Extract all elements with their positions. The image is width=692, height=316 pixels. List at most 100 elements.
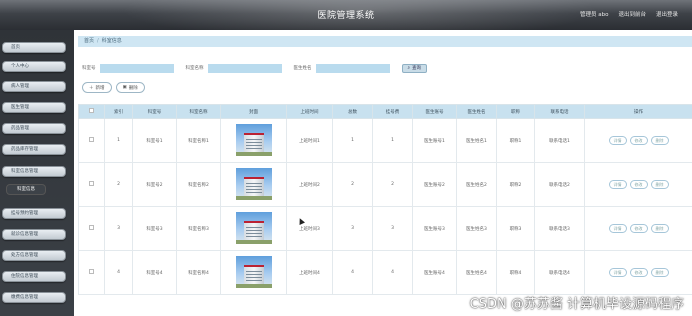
cell-dept-name: 科室名称4 xyxy=(176,250,221,295)
sidebar-item-dept-mgmt[interactable]: 科室信息管理 xyxy=(2,166,66,177)
add-button-label: 新增 xyxy=(95,85,105,91)
search-button-label: 查询 xyxy=(412,66,422,71)
delete-button[interactable]: 删除 xyxy=(650,136,669,145)
edit-button[interactable]: 修改 xyxy=(629,136,648,145)
sidebar-item-inpatient[interactable]: 住院信息管理 xyxy=(2,271,66,282)
edit-button[interactable]: 修改 xyxy=(629,224,648,233)
sidebar-item-drugs[interactable]: 药品管理 xyxy=(2,123,66,134)
search-label-dept-name: 科室名称 xyxy=(185,66,204,71)
view-button[interactable]: 详情 xyxy=(608,180,627,189)
cell-doctor-name: 医生姓名1 xyxy=(456,118,497,163)
delete-button[interactable]: 删除 xyxy=(650,224,669,233)
cell-dept-name: 科室名称3 xyxy=(176,206,221,251)
cell-work-time: 上班时间3 xyxy=(286,206,333,251)
header-dept-no: 科室号 xyxy=(132,104,177,119)
cell-total: 3 xyxy=(332,206,373,251)
cover-image[interactable] xyxy=(235,211,272,244)
cell-dept-no: 科室号1 xyxy=(132,118,177,163)
sidebar-item-billing[interactable]: 缴费信息管理 xyxy=(2,292,66,303)
logout-link[interactable]: 退出登录 xyxy=(656,10,678,18)
edit-button[interactable]: 修改 xyxy=(629,180,648,189)
cell-total: 4 xyxy=(332,250,373,295)
back-home-link[interactable]: 退出到前台 xyxy=(618,10,646,18)
cell-title: 职称3 xyxy=(496,206,535,251)
cell-doctor-account: 医生账号4 xyxy=(412,250,457,295)
view-button[interactable]: 详情 xyxy=(608,136,627,145)
sidebar-item-patients[interactable]: 病人管理 xyxy=(2,81,66,92)
sidebar-item-doctors[interactable]: 医生管理 xyxy=(2,102,66,113)
row-checkbox[interactable] xyxy=(89,181,94,186)
search-label-dept-no: 科室号 xyxy=(82,66,96,71)
edit-button[interactable]: 修改 xyxy=(629,268,648,277)
cell-work-time: 上班时间2 xyxy=(286,162,333,207)
data-table-wrapper: 索引 科室号 科室名称 封面 上班时间 总数 挂号费 医生账号 医生姓名 职称 … xyxy=(78,104,692,316)
sidebar-item-profile[interactable]: 个人中心 xyxy=(2,61,66,72)
cell-doctor-account: 医生账号3 xyxy=(412,206,457,251)
header-fee: 挂号费 xyxy=(372,104,413,119)
delete-button[interactable]: 删除 xyxy=(650,180,669,189)
header-operations: 操作 xyxy=(584,104,692,119)
header-phone: 联系电话 xyxy=(534,104,585,119)
header-user-area: 管理员 abo 退出到前台 退出登录 xyxy=(580,10,678,18)
cover-image[interactable] xyxy=(235,255,272,288)
cell-doctor-name: 医生姓名2 xyxy=(456,162,497,207)
row-operations: 详情 修改 删除 xyxy=(585,224,692,233)
cell-dept-no: 科室号3 xyxy=(132,206,177,251)
trash-icon: ▣ xyxy=(122,85,127,90)
sidebar-item-dept-info[interactable]: 科室信息 xyxy=(6,184,46,195)
row-checkbox[interactable] xyxy=(89,269,94,274)
sidebar-item-visits[interactable]: 就诊信息管理 xyxy=(2,229,66,240)
top-header: 医院管理系统 管理员 abo 退出到前台 退出登录 xyxy=(0,0,692,30)
sidebar-item-prescriptions[interactable]: 处方信息管理 xyxy=(2,250,66,261)
search-button[interactable]: ⌕ 查询 xyxy=(401,63,428,73)
sidebar: 首页 个人中心 病人管理 医生管理 药品管理 药品库存管理 科室信息管理 科室信… xyxy=(0,30,74,316)
add-button[interactable]: ＋ 新增 xyxy=(82,82,112,93)
action-bar: ＋ 新增 ▣ 删除 xyxy=(82,82,145,93)
plus-icon: ＋ xyxy=(89,85,94,91)
cell-index: 1 xyxy=(104,118,133,163)
search-bar: 科室号 科室名称 医生姓名 ⌕ 查询 xyxy=(82,63,428,73)
main-content: 首页 / 科室信息 科室号 科室名称 医生姓名 ⌕ 查询 ＋ 新增 ▣ 删除 索… xyxy=(74,30,692,316)
cell-dept-no: 科室号2 xyxy=(132,162,177,207)
cell-doctor-name: 医生姓名4 xyxy=(456,250,497,295)
breadcrumb-home[interactable]: 首页 xyxy=(84,38,94,44)
cell-work-time: 上班时间4 xyxy=(286,250,333,295)
batch-delete-button[interactable]: ▣ 删除 xyxy=(115,82,145,93)
cell-fee: 3 xyxy=(372,206,413,251)
sidebar-item-home[interactable]: 首页 xyxy=(2,42,66,53)
cell-phone: 联系电话4 xyxy=(534,250,585,295)
header-doctor-account: 医生账号 xyxy=(412,104,457,119)
delete-button[interactable]: 删除 xyxy=(650,268,669,277)
sidebar-item-booking[interactable]: 挂号预约管理 xyxy=(2,208,66,219)
cover-image[interactable] xyxy=(235,167,272,200)
cell-doctor-name: 医生姓名3 xyxy=(456,206,497,251)
batch-delete-label: 删除 xyxy=(128,85,138,91)
cell-index: 2 xyxy=(104,162,133,207)
table-row: 1 科室号1 科室名称1 上班时间1 1 1 医生账号1 医生姓名1 职称1 联… xyxy=(78,118,692,163)
view-button[interactable]: 详情 xyxy=(608,268,627,277)
breadcrumb-separator: / xyxy=(97,38,99,44)
row-operations: 详情 修改 删除 xyxy=(585,268,692,277)
row-operations: 详情 修改 删除 xyxy=(585,180,692,189)
cell-index: 3 xyxy=(104,206,133,251)
search-input-doctor-name[interactable] xyxy=(315,63,390,73)
header-title: 职称 xyxy=(496,104,535,119)
row-checkbox[interactable] xyxy=(89,137,94,142)
cell-total: 1 xyxy=(332,118,373,163)
header-total: 总数 xyxy=(332,104,373,119)
search-icon: ⌕ xyxy=(407,66,411,71)
cell-fee: 1 xyxy=(372,118,413,163)
row-checkbox[interactable] xyxy=(89,225,94,230)
user-name: 管理员 abo xyxy=(579,12,609,18)
sidebar-item-drug-stock[interactable]: 药品库存管理 xyxy=(2,144,66,155)
cell-title: 职称2 xyxy=(496,162,535,207)
cover-image[interactable] xyxy=(235,123,272,156)
select-all-checkbox[interactable] xyxy=(89,108,94,113)
header-select-all[interactable] xyxy=(78,104,105,119)
view-button[interactable]: 详情 xyxy=(608,224,627,233)
cell-dept-no: 科室号4 xyxy=(132,250,177,295)
search-input-dept-no[interactable] xyxy=(99,63,174,73)
table-header-row: 索引 科室号 科室名称 封面 上班时间 总数 挂号费 医生账号 医生姓名 职称 … xyxy=(78,104,692,119)
search-input-dept-name[interactable] xyxy=(207,63,282,73)
cell-doctor-account: 医生账号2 xyxy=(412,162,457,207)
